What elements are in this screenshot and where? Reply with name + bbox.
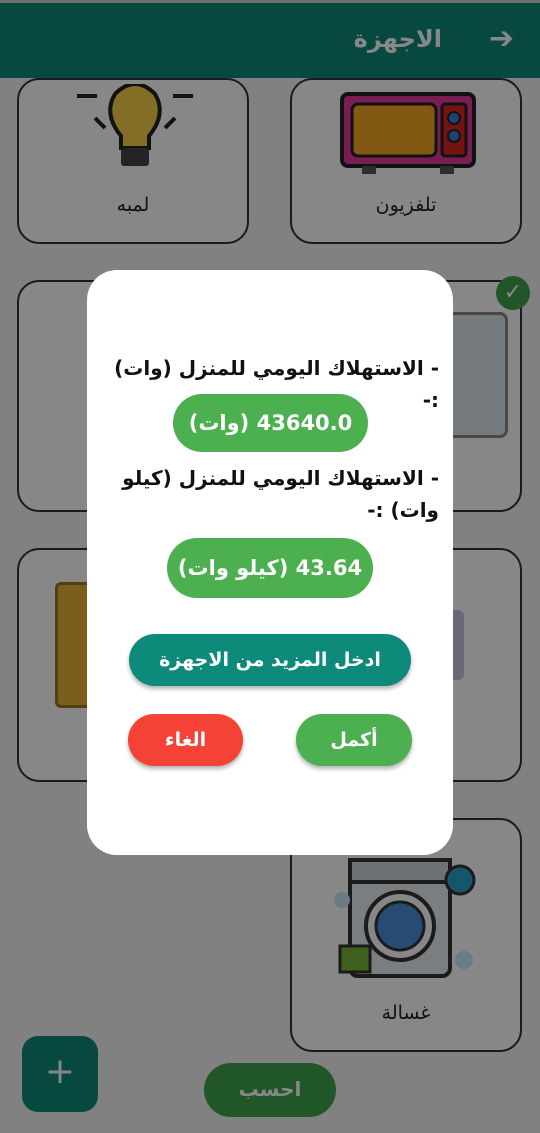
daily-watt-value: 43640.0 (وات) <box>173 394 368 452</box>
add-more-devices-button[interactable]: ادخل المزيد من الاجهزة <box>129 634 411 686</box>
consumption-dialog: - الاستهلاك اليومي للمنزل (وات) :- 43640… <box>87 270 453 855</box>
daily-kw-label: - الاستهلاك اليومي للمنزل (كيلو وات) :- <box>122 466 439 522</box>
cancel-button[interactable]: الغاء <box>128 714 243 766</box>
continue-button[interactable]: أكمل <box>296 714 412 766</box>
daily-kw-value: 43.64 (كيلو وات) <box>167 538 373 598</box>
